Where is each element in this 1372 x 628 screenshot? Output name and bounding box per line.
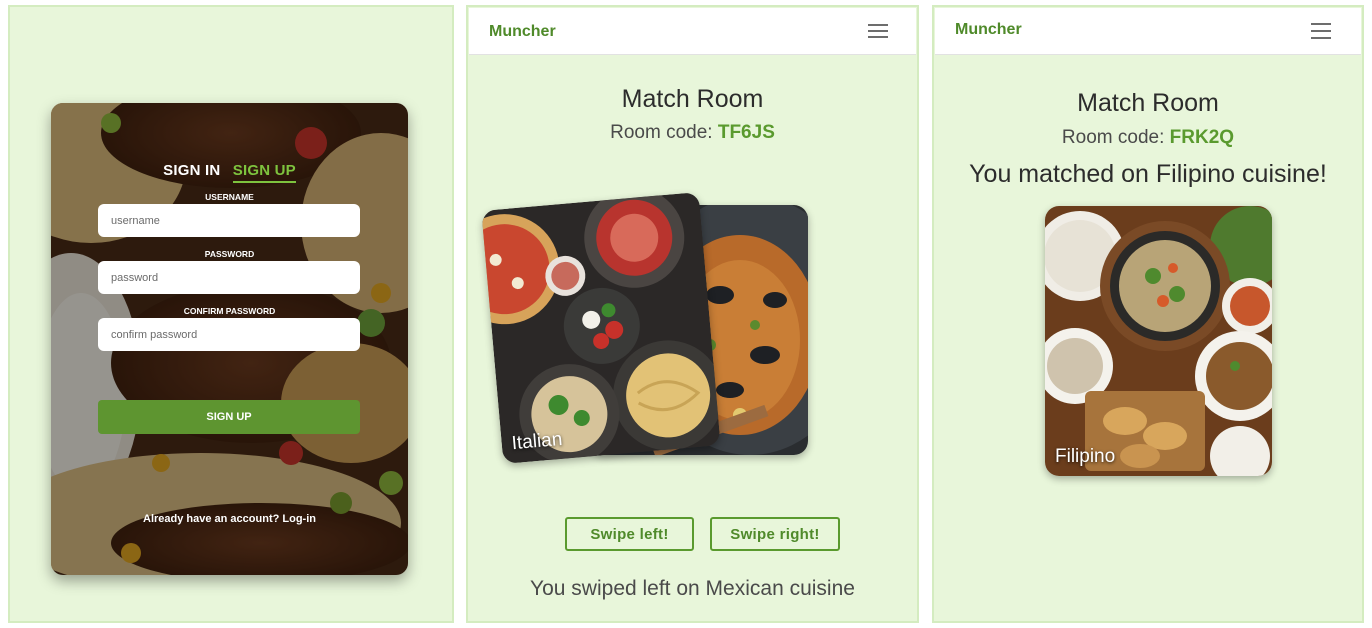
confirm-password-label: CONFIRM PASSWORD xyxy=(183,306,276,316)
card-label: Filipino xyxy=(1055,446,1116,467)
username-field[interactable] xyxy=(98,204,360,237)
username-label: USERNAME xyxy=(205,192,254,202)
brand-logo[interactable]: Muncher xyxy=(955,21,1022,39)
room-code-label: Room code: xyxy=(1061,127,1170,148)
navbar: Muncher xyxy=(935,8,1361,55)
login-link[interactable]: Already have an account? Log-in xyxy=(51,513,408,525)
italian-food-image xyxy=(481,191,721,465)
password-label: PASSWORD xyxy=(204,249,255,259)
sign-up-button[interactable]: SIGN UP xyxy=(98,400,360,434)
tab-sign-in[interactable]: SIGN IN xyxy=(163,162,220,181)
page-title: Match Room xyxy=(621,85,764,113)
room-code-label: Room code: xyxy=(610,122,718,143)
navbar: Muncher xyxy=(469,8,916,55)
match-room-swipe-screen: Muncher Match Room Room code: TF6JS Ital… xyxy=(466,5,919,623)
auth-tabs: SIGN IN SIGN UP xyxy=(51,162,408,183)
tab-sign-up[interactable]: SIGN UP xyxy=(232,162,296,183)
matched-food-card: Filipino xyxy=(1045,206,1272,476)
auth-screen: SIGN IN SIGN UP USERNAME PASSWORD CONFIR… xyxy=(8,5,454,623)
auth-card: SIGN IN SIGN UP USERNAME PASSWORD CONFIR… xyxy=(51,103,408,575)
match-result-screen: Muncher Match Room Room code: FRK2Q You … xyxy=(932,5,1364,623)
match-message: You matched on Filipino cuisine! xyxy=(969,160,1327,188)
brand-logo[interactable]: Muncher xyxy=(489,23,556,41)
hamburger-menu-icon[interactable] xyxy=(868,24,888,39)
swipe-right-button[interactable]: Swipe right! xyxy=(710,517,840,551)
confirm-password-field[interactable] xyxy=(98,318,360,351)
swipe-left-button[interactable]: Swipe left! xyxy=(565,517,694,551)
room-code-line: Room code: FRK2Q xyxy=(934,127,1362,149)
swipe-status: You swiped left on Mexican cuisine xyxy=(530,577,855,600)
room-code: FRK2Q xyxy=(1169,127,1235,148)
room-code-line: Room code: TF6JS xyxy=(468,122,917,144)
filipino-food-image xyxy=(1045,206,1272,476)
card-label: Italian xyxy=(510,428,564,455)
page-title: Match Room xyxy=(1077,89,1219,117)
hamburger-menu-icon[interactable] xyxy=(1311,23,1331,39)
password-field[interactable] xyxy=(98,261,360,294)
front-food-card[interactable]: Italian xyxy=(481,191,721,465)
room-code: TF6JS xyxy=(717,122,775,143)
